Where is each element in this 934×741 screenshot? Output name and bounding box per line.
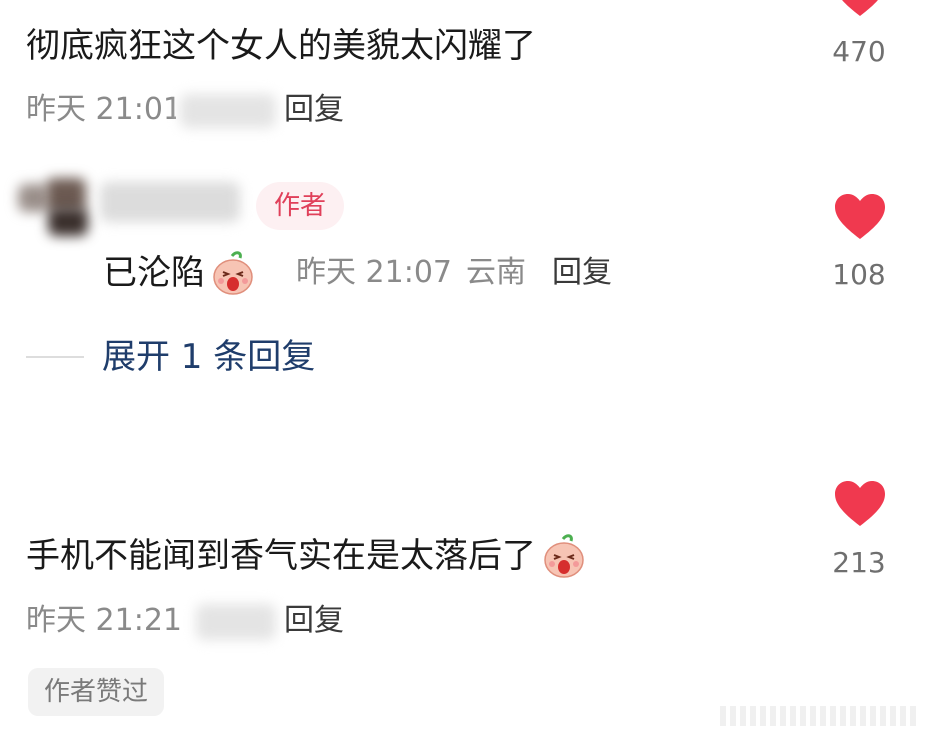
comment-body: 手机不能闻到香气实在是太落后了 (26, 533, 587, 579)
like-heart-icon[interactable] (833, 480, 887, 528)
comment-time: 昨天 21:01 (26, 92, 176, 127)
comment-body: 已沦陷 (103, 250, 256, 296)
reply-button[interactable]: 回复 (552, 255, 612, 291)
like-heart-icon[interactable] (833, 193, 887, 241)
comment-text: 彻底疯狂这个女人的美貌太闪耀了 (26, 26, 536, 66)
scream-peach-emoji-icon (544, 534, 584, 578)
redacted-location (180, 94, 276, 128)
like-heart-icon[interactable] (833, 0, 887, 18)
avatar[interactable] (18, 178, 98, 238)
expand-replies-link[interactable]: 展开 1 条回复 (102, 337, 315, 377)
comment-location: 云南 (466, 255, 526, 290)
reply-button[interactable]: 回复 (284, 603, 344, 639)
author-liked-badge: 作者赞过 (28, 668, 165, 716)
like-count: 108 (832, 258, 886, 291)
comment-time: 昨天 21:07 (296, 255, 452, 290)
comment-time: 昨天 21:21 (26, 603, 182, 638)
comment-text: 已沦陷 (103, 253, 205, 293)
redacted-username (100, 182, 240, 222)
expand-divider (26, 356, 84, 358)
like-count: 213 (832, 546, 886, 579)
author-tag: 作者 (256, 182, 345, 230)
like-count: 470 (832, 35, 886, 68)
scream-peach-emoji-icon (213, 251, 253, 295)
redacted-location (196, 604, 276, 640)
watermark (720, 706, 920, 726)
comment-text: 手机不能闻到香气实在是太落后了 (26, 536, 536, 576)
reply-button[interactable]: 回复 (284, 92, 344, 128)
